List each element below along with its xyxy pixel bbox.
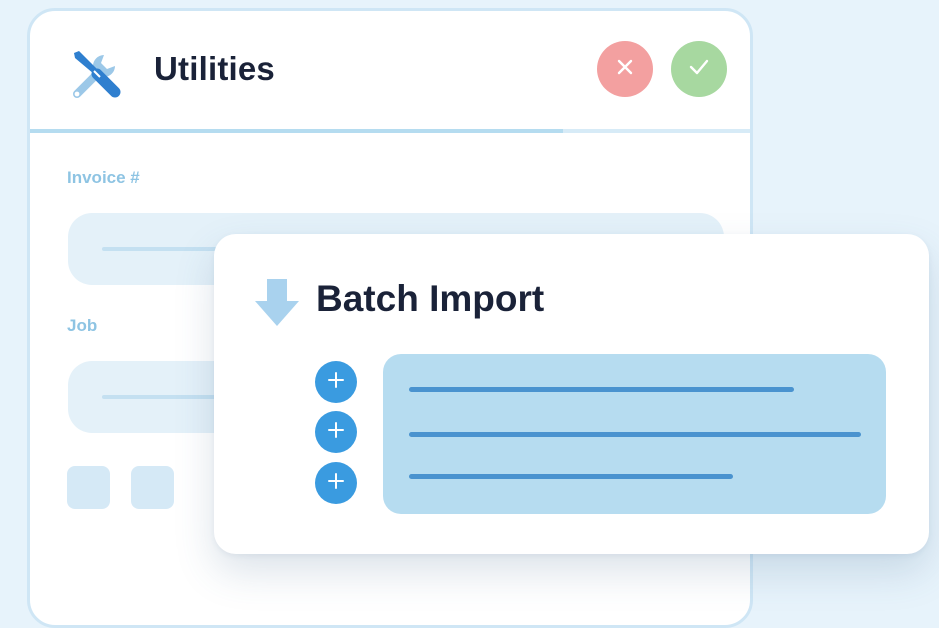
confirm-button[interactable] xyxy=(671,41,727,97)
plus-icon xyxy=(328,472,344,494)
check-icon xyxy=(688,58,710,81)
utilities-header: Utilities xyxy=(30,11,750,129)
invoice-label: Invoice # xyxy=(67,168,140,187)
close-icon xyxy=(616,58,634,81)
batch-import-title: Batch Import xyxy=(316,278,545,319)
import-row-line xyxy=(409,387,794,392)
plus-icon xyxy=(328,371,344,393)
cancel-button[interactable] xyxy=(597,41,653,97)
download-arrow-icon xyxy=(254,279,300,327)
option-square-button[interactable] xyxy=(67,466,110,509)
import-row-line xyxy=(409,474,733,479)
plus-icon xyxy=(328,421,344,443)
progress-bar xyxy=(30,129,750,133)
add-row-button[interactable] xyxy=(315,411,357,453)
progress-fill xyxy=(30,129,563,133)
utilities-title: Utilities xyxy=(154,50,275,87)
add-row-button[interactable] xyxy=(315,462,357,504)
option-square-button[interactable] xyxy=(131,466,174,509)
batch-import-card: Batch Import xyxy=(214,234,929,554)
add-row-button[interactable] xyxy=(315,361,357,403)
import-row-line xyxy=(409,432,861,437)
tools-icon xyxy=(68,47,124,103)
job-label: Job xyxy=(67,316,98,335)
import-list xyxy=(383,354,886,514)
